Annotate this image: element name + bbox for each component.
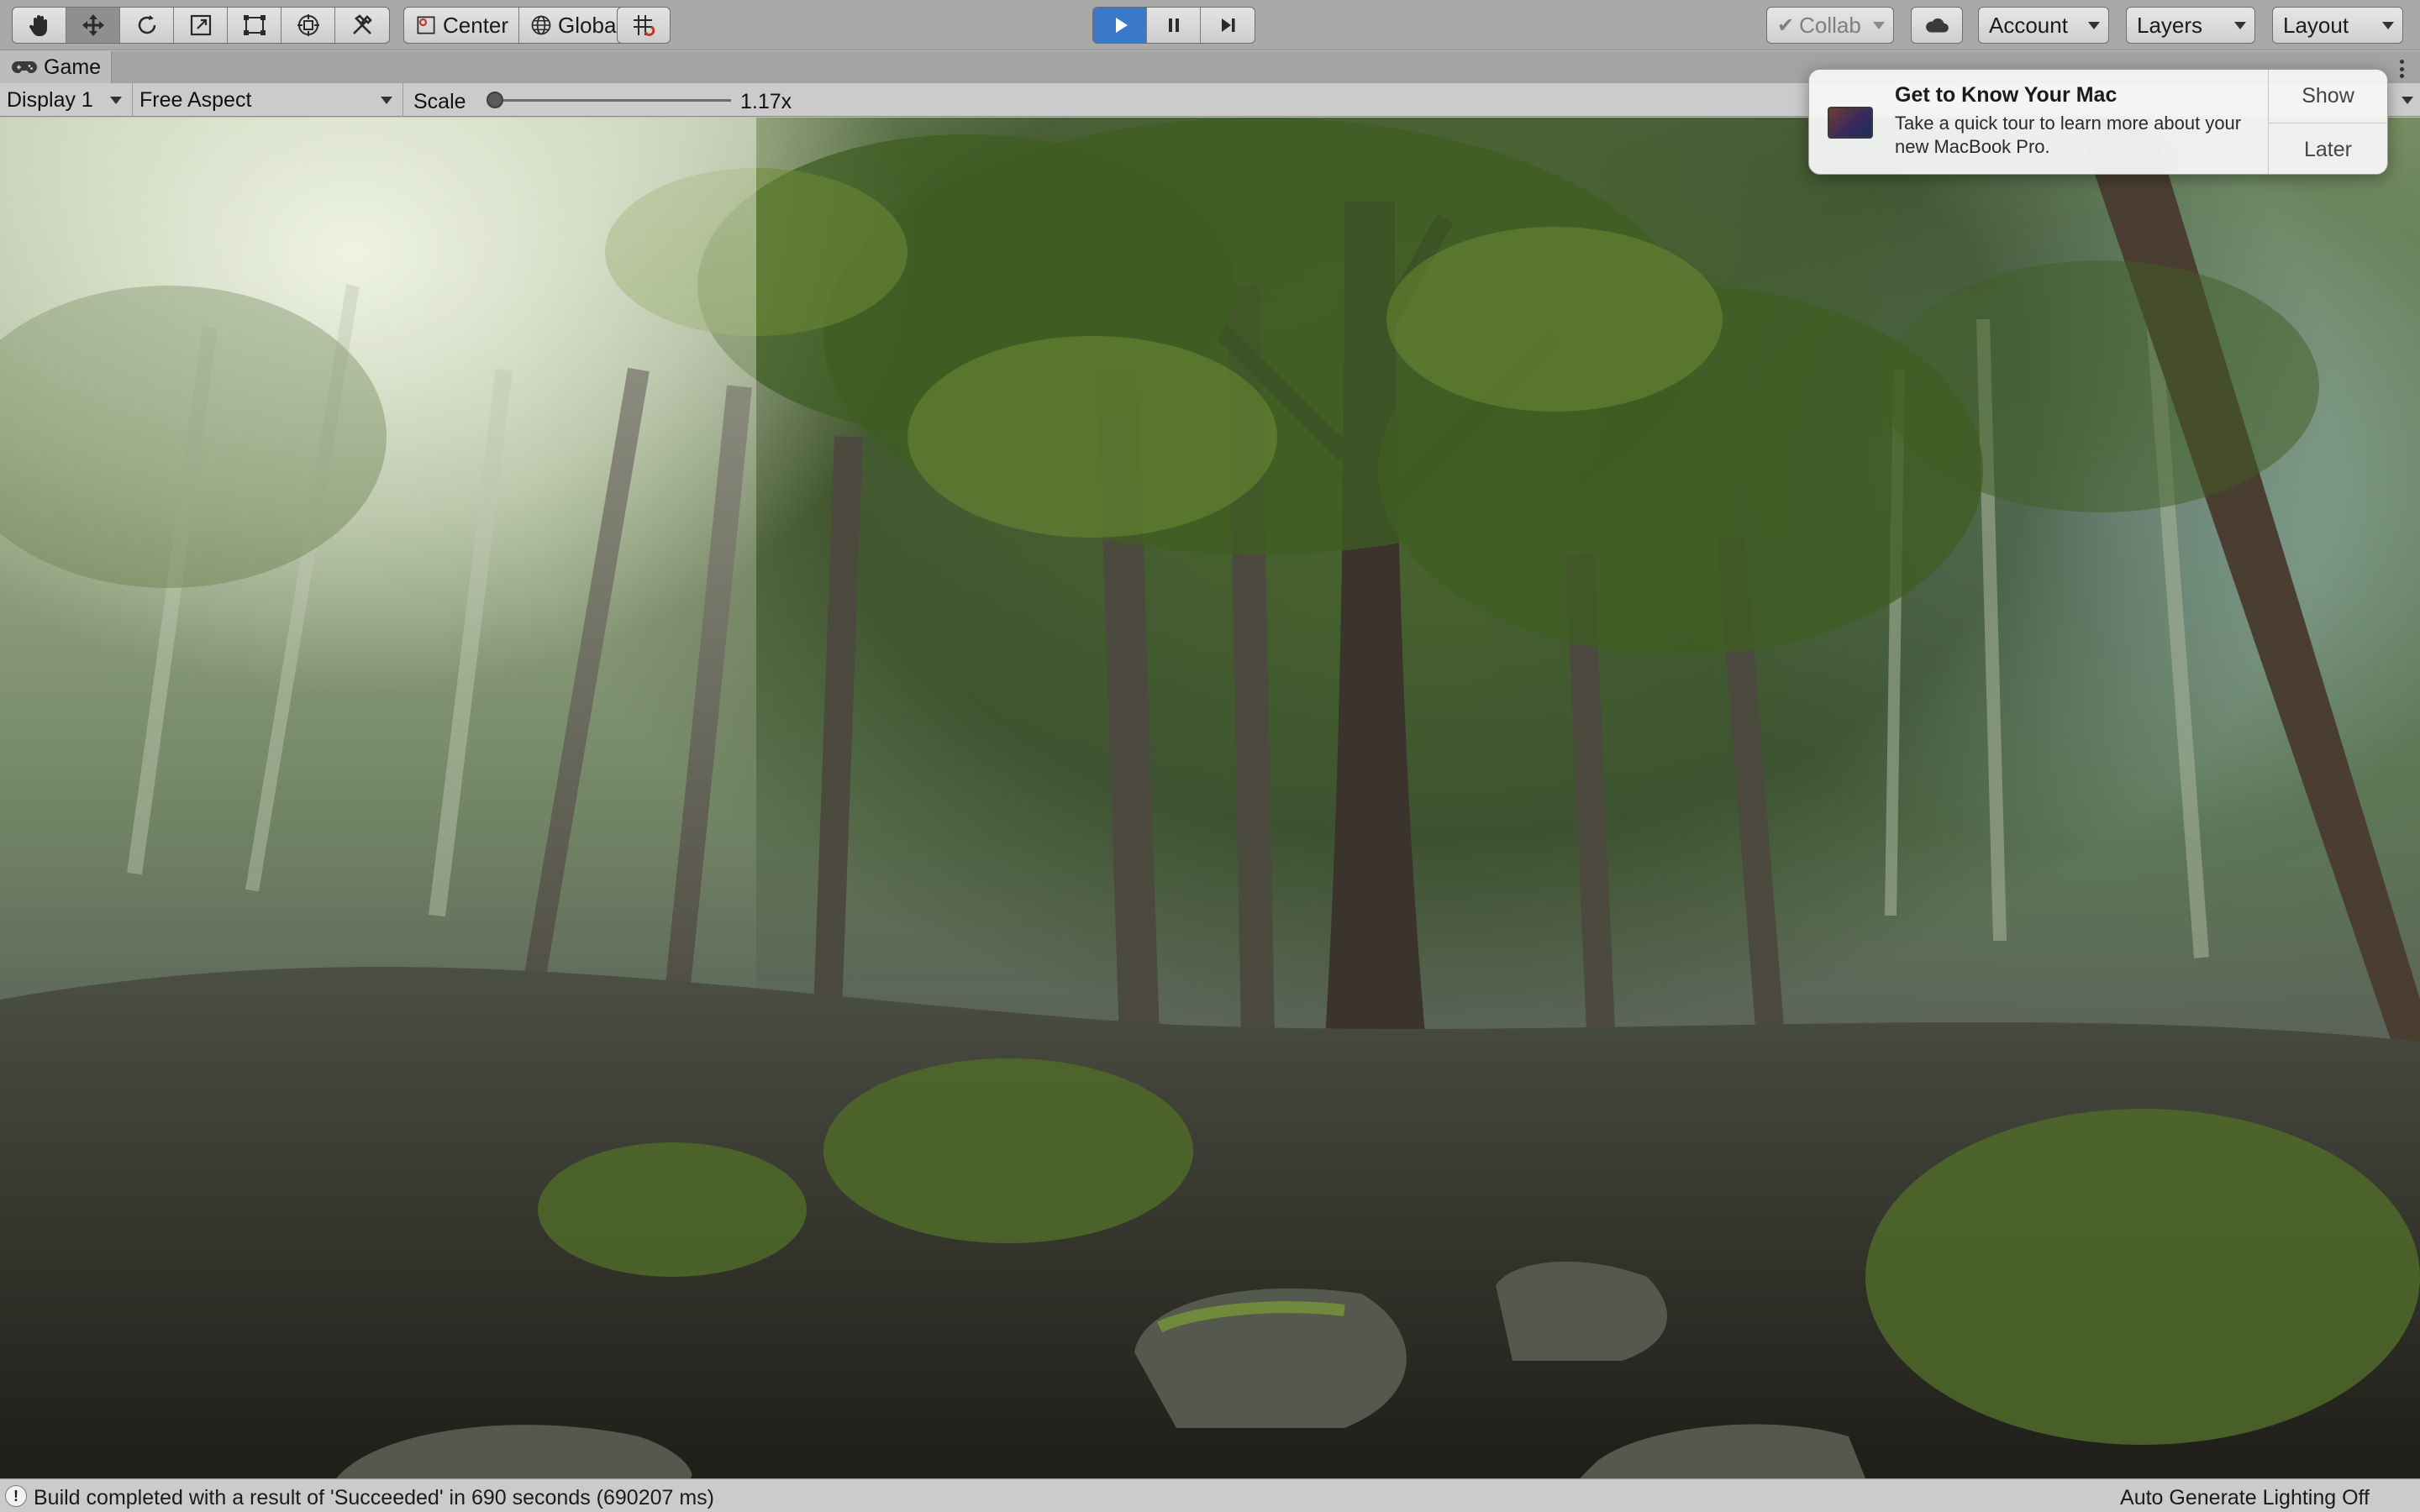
step-icon bbox=[1222, 18, 1235, 32]
scale-value: 1.17x bbox=[740, 90, 792, 113]
notification-actions: Show Later bbox=[2268, 70, 2387, 174]
cloud-icon bbox=[1926, 18, 1949, 33]
notification-later-button[interactable]: Later bbox=[2269, 123, 2387, 174]
transform-tools bbox=[12, 7, 390, 44]
pivot-mode-button[interactable]: Center bbox=[404, 8, 520, 43]
chevron-down-icon bbox=[110, 97, 122, 104]
account-dropdown[interactable]: Account bbox=[1978, 7, 2109, 44]
layout-label: Layout bbox=[2283, 12, 2349, 38]
check-icon: ✔ bbox=[1777, 13, 1795, 37]
collab-label: Collab bbox=[1799, 12, 1861, 38]
pivot-center-icon bbox=[417, 16, 435, 34]
chevron-down-icon bbox=[2088, 22, 2100, 29]
chevron-down-icon bbox=[1873, 22, 1885, 29]
lighting-status[interactable]: Auto Generate Lighting Off bbox=[2120, 1486, 2370, 1510]
grid-snap-button[interactable] bbox=[618, 8, 670, 43]
cloud-button[interactable] bbox=[1911, 7, 1963, 44]
chevron-down-icon[interactable] bbox=[2402, 97, 2413, 104]
gamepad-icon bbox=[12, 61, 37, 73]
display-label: Display 1 bbox=[7, 87, 93, 112]
scale-tool-button[interactable] bbox=[174, 8, 228, 43]
tab-game[interactable]: Game bbox=[0, 51, 113, 83]
macbook-icon bbox=[1828, 107, 1873, 139]
notification-body: Take a quick tour to learn more about yo… bbox=[1895, 113, 2242, 157]
aspect-label: Free Aspect bbox=[139, 87, 252, 112]
tab-game-label: Game bbox=[44, 55, 102, 79]
chevron-down-icon bbox=[2382, 22, 2394, 29]
pause-icon bbox=[1168, 18, 1179, 32]
globe-icon bbox=[531, 15, 551, 35]
main-toolbar: Center Global ✔ Collab Account Layers La… bbox=[0, 0, 2420, 50]
rotate-tool-button[interactable] bbox=[120, 8, 174, 43]
scale-label: Scale bbox=[413, 90, 466, 113]
hand-tool-button[interactable] bbox=[13, 8, 66, 43]
move-tool-button[interactable] bbox=[66, 8, 120, 43]
rect-icon bbox=[243, 15, 266, 35]
pivot-rotation-label: Global bbox=[558, 12, 622, 38]
scale-slider-track[interactable] bbox=[487, 99, 731, 102]
notification-title: Get to Know Your Mac bbox=[1895, 83, 2118, 107]
transform-icon bbox=[297, 14, 319, 36]
pivot-rotation-button[interactable]: Global bbox=[519, 8, 631, 43]
display-dropdown[interactable]: Display 1 bbox=[0, 83, 133, 117]
notification-show-button[interactable]: Show bbox=[2269, 70, 2387, 123]
status-bar: ! Build completed with a result of 'Succ… bbox=[0, 1478, 2420, 1512]
account-label: Account bbox=[1989, 12, 2068, 38]
info-icon: ! bbox=[5, 1485, 27, 1507]
pivot-mode-label: Center bbox=[443, 12, 509, 38]
layout-dropdown[interactable]: Layout bbox=[2272, 7, 2403, 44]
scale-icon bbox=[190, 14, 211, 36]
snap-toggle bbox=[617, 7, 671, 44]
rect-tool-button[interactable] bbox=[228, 8, 281, 43]
layers-label: Layers bbox=[2137, 12, 2203, 38]
grid-snap-icon bbox=[634, 15, 655, 36]
chevron-down-icon bbox=[2234, 22, 2246, 29]
custom-tool-button[interactable] bbox=[335, 8, 389, 43]
playback-controls bbox=[1092, 7, 1255, 44]
mac-notification[interactable]: Get to Know Your Mac Take a quick tour t… bbox=[1808, 69, 2388, 175]
pivot-toggles: Center Global bbox=[403, 7, 633, 44]
step-button[interactable] bbox=[1201, 8, 1255, 43]
transform-tool-button[interactable] bbox=[281, 8, 335, 43]
forest-scene-image bbox=[0, 118, 2420, 1478]
aspect-dropdown[interactable]: Free Aspect bbox=[133, 83, 403, 117]
move-icon bbox=[82, 14, 104, 36]
hand-icon bbox=[29, 15, 47, 36]
game-viewport[interactable] bbox=[0, 118, 2420, 1478]
rotate-icon bbox=[138, 15, 155, 34]
pause-button[interactable] bbox=[1147, 8, 1201, 43]
chevron-down-icon bbox=[381, 97, 392, 104]
tools-icon bbox=[353, 14, 372, 34]
layers-dropdown[interactable]: Layers bbox=[2126, 7, 2255, 44]
collab-dropdown[interactable]: ✔ Collab bbox=[1766, 7, 1894, 44]
tab-options-icon[interactable] bbox=[2400, 60, 2405, 78]
play-button[interactable] bbox=[1093, 8, 1147, 43]
scale-slider-handle[interactable] bbox=[486, 92, 503, 108]
status-message[interactable]: Build completed with a result of 'Succee… bbox=[34, 1486, 714, 1510]
play-icon bbox=[1115, 18, 1128, 33]
